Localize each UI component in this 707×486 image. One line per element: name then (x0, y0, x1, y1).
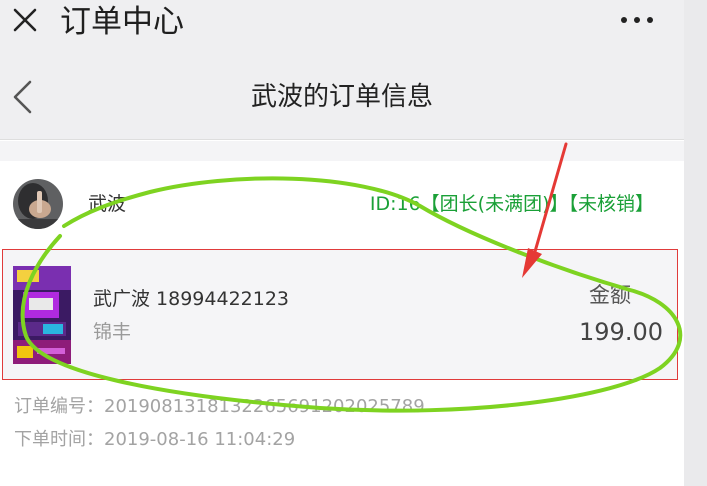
order-number-value: 2019081318132265691202025789 (104, 396, 425, 417)
order-number-label: 订单编号： (14, 396, 104, 417)
window-edge-strip (684, 0, 707, 486)
page-navbar: 武波的订单信息 (0, 46, 684, 140)
store-name: 锦丰 (93, 321, 132, 343)
user-name: 武波 (88, 193, 127, 215)
close-icon[interactable] (10, 5, 40, 35)
avatar[interactable] (13, 179, 63, 229)
window-titlebar: 订单中心 (0, 0, 684, 46)
order-center-app: 订单中心 武波的订单信息 武波 ID:16【团长(未满团)】【未核销】 武广波 … (0, 0, 684, 486)
user-status-tags: ID:16【团长(未满团)】【未核销】 (369, 193, 654, 215)
order-number-row: 订单编号：2019081318132265691202025789 (14, 395, 425, 419)
page-title: 武波的订单信息 (250, 82, 433, 112)
window-title: 订单中心 (60, 4, 184, 40)
buyer-name-phone: 武广波 18994422123 (93, 288, 290, 310)
order-time-row: 下单时间：2019-08-16 11:04:29 (14, 428, 295, 452)
order-time-label: 下单时间： (14, 429, 104, 450)
order-time-value: 2019-08-16 11:04:29 (104, 429, 296, 450)
order-item-card[interactable]: 武广波 18994422123 锦丰 金额 199.00 (2, 249, 678, 380)
section-spacer (0, 141, 684, 161)
amount-value: 199.00 (579, 318, 663, 346)
more-dots-icon[interactable] (618, 12, 656, 28)
user-info-row: 武波 ID:16【团长(未满团)】【未核销】 (0, 161, 684, 249)
product-thumbnail-image (13, 266, 71, 364)
amount-label: 金额 (589, 283, 631, 307)
